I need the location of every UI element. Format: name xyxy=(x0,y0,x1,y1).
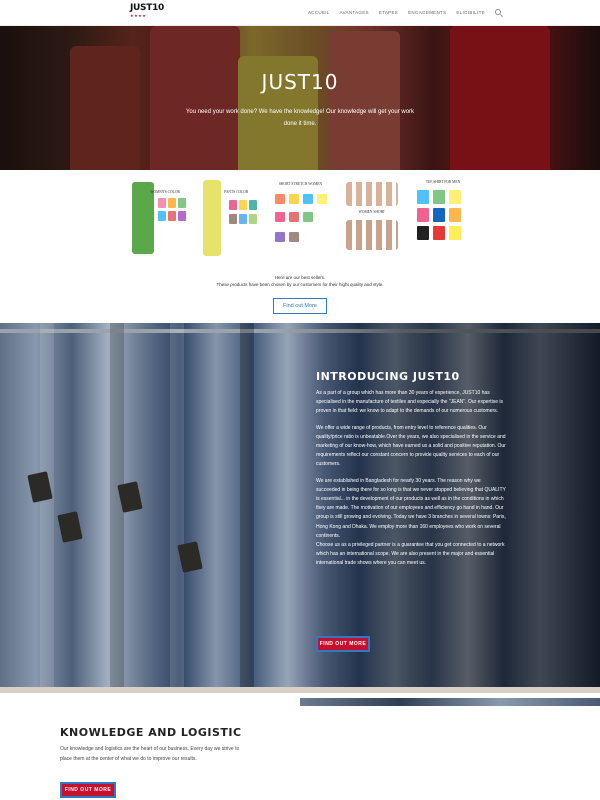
logo-stars: ★★★★ xyxy=(130,13,147,18)
product-card[interactable]: Short Stretch Women xyxy=(270,176,331,260)
intro-title: INTRODUCING JUST10 xyxy=(316,370,460,383)
find-out-more-button[interactable]: Find out More xyxy=(273,298,327,314)
logo[interactable]: JUST10 ★★★★ xyxy=(130,3,164,21)
nav-etapes[interactable]: ETAPES xyxy=(379,10,398,15)
product-card[interactable]: Pants Color xyxy=(199,176,260,260)
bestsellers-text: Here are our best sellers. These product… xyxy=(216,275,384,287)
main-nav: ACCUEIL AVANTAGES ETAPES ENGAGEMENTS ELI… xyxy=(308,9,501,15)
site-header: JUST10 ★★★★ ACCUEIL AVANTAGES ETAPES ENG… xyxy=(0,0,600,26)
nav-accueil[interactable]: ACCUEIL xyxy=(308,10,330,15)
jeans-background xyxy=(0,323,600,693)
hero-title: JUST10 xyxy=(261,70,339,94)
product-card[interactable]: Tee Shirt for Men xyxy=(413,176,473,260)
knowledge-title: KNOWLEDGE AND LOGISTIC xyxy=(60,726,242,739)
nav-engagements[interactable]: ENGAGEMENTS xyxy=(408,10,446,15)
product-gallery: Women's Color Pants Color Short Stretch … xyxy=(128,176,473,260)
intro-section: INTRODUCING JUST10 As a part of a group … xyxy=(316,370,506,576)
nav-eligibilite[interactable]: ELIGIBILITE xyxy=(456,10,485,15)
hero-banner: JUST10 You need your work done? We have … xyxy=(0,26,600,170)
product-card[interactable]: Women Short xyxy=(341,176,402,260)
price-tag xyxy=(57,511,83,543)
nav-avantages[interactable]: AVANTAGES xyxy=(340,10,369,15)
find-out-more-button[interactable]: FIND OUT MORE xyxy=(316,636,370,652)
jeans-strip xyxy=(300,698,600,706)
hero-subtitle: You need your work done? We have the kno… xyxy=(185,109,415,127)
intro-paragraph: Choose us as a privileged partner is a g… xyxy=(316,542,505,567)
intro-paragraph: We are established in Bangladesh for nea… xyxy=(316,477,506,539)
intro-paragraph: We offer a wide range of products, from … xyxy=(316,424,506,468)
search-icon[interactable] xyxy=(494,9,501,15)
intro-paragraph: As a part of a group which has more than… xyxy=(316,390,503,415)
product-card[interactable]: Women's Color xyxy=(128,176,188,260)
find-out-more-button[interactable]: FIND OUT MORE xyxy=(60,782,116,798)
knowledge-text: Our knowledge and logistics are the hear… xyxy=(60,746,240,762)
